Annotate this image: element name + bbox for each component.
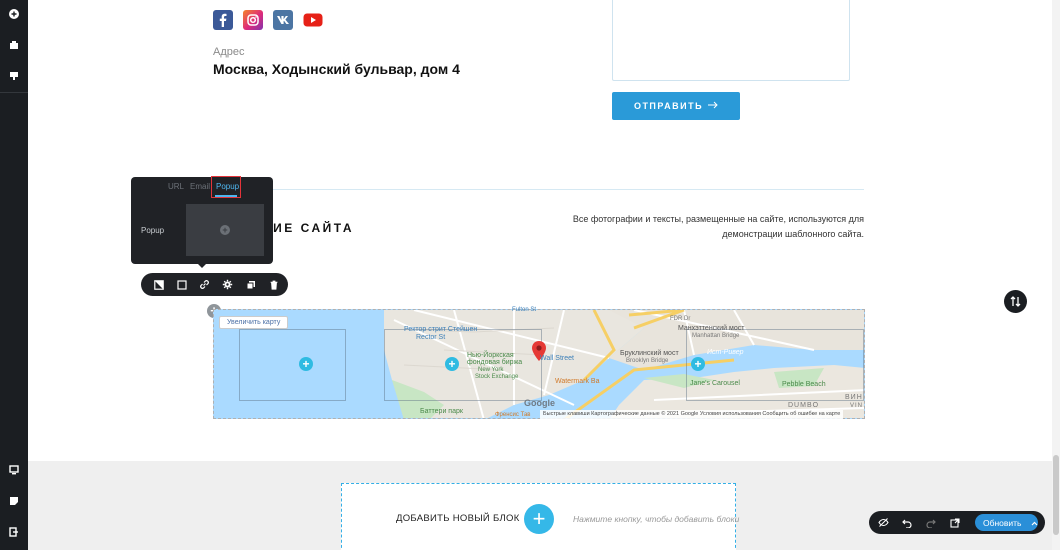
vk-icon[interactable]: [273, 10, 293, 30]
left-sidebar: [0, 0, 28, 550]
map-label-east-river: Ист-Ривер: [707, 349, 744, 356]
popup-row-label: Popup: [141, 226, 165, 235]
frame-icon[interactable]: [170, 273, 193, 296]
map-attribution[interactable]: Быстрые клавиши Картографические данные …: [540, 410, 844, 419]
element-toolbar: [141, 273, 288, 296]
blocks-icon[interactable]: [0, 31, 28, 59]
add-popup-icon[interactable]: +: [220, 225, 230, 235]
exit-icon[interactable]: [0, 518, 28, 546]
message-textarea[interactable]: [612, 0, 850, 81]
update-button[interactable]: Обновить: [975, 514, 1038, 531]
map-label-waterbar: Watermark Ba: [555, 378, 600, 385]
delete-icon[interactable]: [262, 273, 285, 296]
map-label-nyse3: New York: [478, 367, 504, 373]
add-icon[interactable]: [0, 0, 28, 28]
address-label: Адрес: [213, 46, 245, 58]
map-label-nyse2: фондовая биржа: [467, 359, 523, 366]
scrollbar-thumb[interactable]: [1053, 455, 1059, 535]
map-label-fulton: Fulton St: [512, 307, 537, 313]
submit-button[interactable]: ОТПРАВИТЬ: [612, 92, 740, 120]
redo-icon[interactable]: [920, 511, 942, 534]
add-block-hint: Нажмите кнопку, чтобы добавить блоки: [573, 514, 740, 524]
map-label-manhattan-bridge2: Manhattan Bridge: [692, 333, 740, 339]
map-label-nyse4: Stock Exchange: [475, 374, 519, 380]
map-label-janes: Jane's Carousel: [690, 380, 740, 387]
update-label: Обновить: [983, 517, 1022, 528]
map-label-battery: Баттери парк: [420, 408, 463, 415]
preview-icon[interactable]: [0, 456, 28, 484]
map-label-vin: ВИН: [845, 394, 863, 401]
marker-placeholder-3[interactable]: [686, 329, 864, 401]
reorder-icon: [1010, 296, 1021, 307]
add-marker-button-1[interactable]: +: [299, 357, 313, 371]
note-line-2: демонстрации шаблонного сайта.: [722, 229, 864, 239]
youtube-icon[interactable]: [303, 10, 323, 30]
copyright-note: Все фотографии и тексты, размещенные на …: [560, 212, 864, 242]
tab-url[interactable]: URL: [168, 182, 184, 191]
note-line-1: Все фотографии и тексты, размещенные на …: [572, 214, 864, 224]
map-label-francis: Френсис Тав: [495, 412, 531, 418]
add-marker-button-2[interactable]: +: [445, 357, 459, 371]
chevron-up-icon[interactable]: [1031, 518, 1038, 528]
arrow-right-icon: [708, 101, 718, 111]
instagram-icon[interactable]: [243, 10, 263, 30]
link-icon[interactable]: [193, 273, 216, 296]
add-marker-button-3[interactable]: +: [691, 357, 705, 371]
facebook-icon[interactable]: [213, 10, 233, 30]
highlight-box: [211, 176, 241, 198]
map-label-wall: Wall Street: [540, 355, 574, 362]
popup-arrow: [197, 263, 207, 268]
map-label-pebble: Pebble Beach: [782, 381, 826, 388]
settings-icon[interactable]: [216, 273, 239, 296]
google-logo: Google: [524, 398, 555, 408]
map-label-dumbo: DUMBO: [788, 402, 820, 409]
add-block-label: ДОБАВИТЬ НОВЫЙ БЛОК: [396, 513, 520, 524]
open-page-icon[interactable]: [944, 511, 966, 534]
rail-divider: [0, 92, 28, 93]
popup-select-slot[interactable]: +: [186, 204, 264, 256]
map-label-vin2: VIN: [850, 403, 864, 409]
hide-icon[interactable]: [872, 511, 894, 534]
background-icon[interactable]: [147, 273, 170, 296]
reorder-button[interactable]: [1004, 290, 1027, 313]
enlarge-map-button[interactable]: Увеличить карту: [219, 316, 289, 329]
undo-icon[interactable]: [896, 511, 918, 534]
pages-icon[interactable]: [0, 487, 28, 515]
map-label-rector2: Rector St: [416, 334, 446, 341]
map-label-brooklyn-bridge1: Бруклинский мост: [620, 350, 679, 357]
link-type-tabs: URL Email Popup: [131, 177, 273, 199]
map-label-brooklyn-bridge2: Brooklyn Bridge: [626, 358, 669, 364]
social-links: [213, 10, 323, 30]
map-label-nyse1: Нью-Йоркская: [467, 352, 514, 359]
link-popup-panel: URL Email Popup Popup +: [131, 177, 273, 264]
map-label-rector: Ректор стрит Стейшен: [404, 326, 478, 333]
map-label-manhattan-bridge1: Манхэттенский мост: [678, 325, 745, 332]
marker-placeholder-1[interactable]: [239, 329, 346, 401]
submit-label: ОТПРАВИТЬ: [633, 101, 704, 111]
address-value: Москва, Ходынский бульвар, дом 4: [213, 61, 460, 77]
tab-email[interactable]: Email: [190, 182, 210, 191]
layout-icon[interactable]: [0, 62, 28, 90]
section-title: НИЕ САЙТА: [262, 221, 355, 235]
add-block-button[interactable]: +: [524, 504, 554, 534]
map-label-fdr: FDR Dr: [670, 316, 691, 322]
section-divider: [270, 189, 864, 190]
duplicate-icon[interactable]: [239, 273, 262, 296]
